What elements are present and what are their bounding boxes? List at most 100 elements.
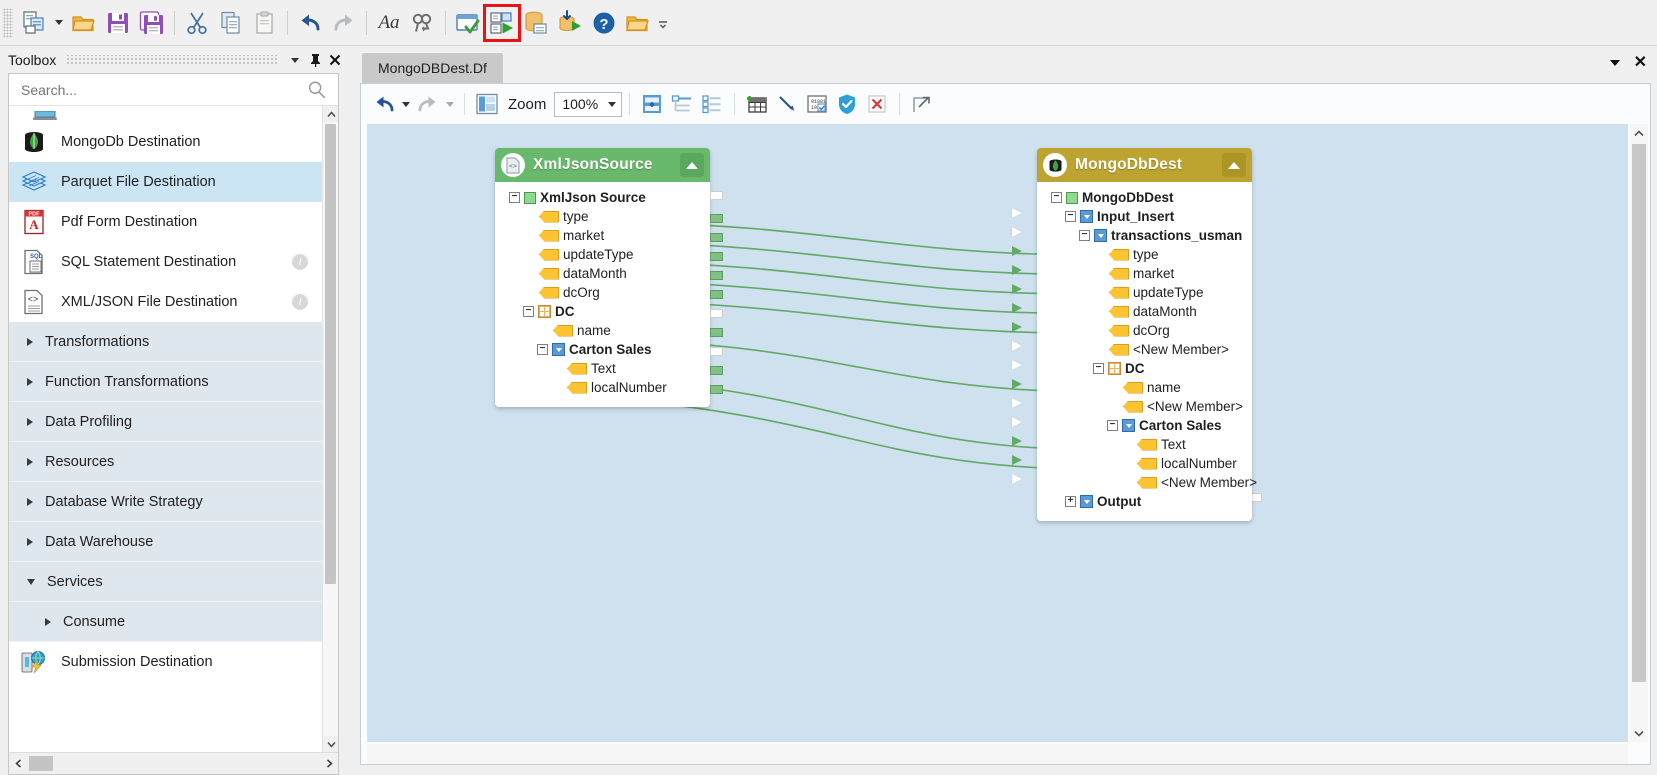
input-port[interactable]	[1012, 227, 1022, 237]
tree-layout-button[interactable]	[667, 89, 697, 119]
dataflow-undo-dropdown[interactable]	[399, 89, 413, 119]
undo-button[interactable]	[293, 6, 327, 40]
toolbox-item-partial-top[interactable]	[9, 106, 322, 122]
tree-row[interactable]: Text	[1043, 435, 1244, 454]
run-job-button[interactable]	[553, 6, 587, 40]
output-port[interactable]	[710, 233, 723, 242]
toolbar-overflow-button[interactable]	[655, 6, 671, 40]
node-mongodbdest[interactable]: MongoDbDest − MongoDbDest − Input_Insert…	[1037, 148, 1257, 521]
output-port[interactable]	[710, 252, 723, 261]
tree-row[interactable]: − transactions_usman	[1043, 226, 1244, 245]
output-port[interactable]	[710, 214, 723, 223]
toolbox-category-data-profiling[interactable]: Data Profiling	[9, 402, 322, 442]
help-button[interactable]: ?	[587, 6, 621, 40]
expander-minus-icon[interactable]: −	[1093, 363, 1104, 374]
tree-row[interactable]: − Carton Sales	[1043, 416, 1244, 435]
output-port[interactable]	[710, 328, 723, 337]
tab-close-button[interactable]: ✕	[1634, 55, 1647, 71]
new-item-dropdown[interactable]	[51, 6, 67, 40]
node-xmljsonsource[interactable]: <> XmlJsonSource − XmlJson Source type m…	[495, 148, 710, 407]
verify-button[interactable]	[451, 6, 485, 40]
input-port[interactable]	[1012, 246, 1022, 256]
data-preview-button[interactable]: 01001 10	[802, 89, 832, 119]
output-port[interactable]	[710, 191, 723, 200]
scroll-down-button[interactable]	[323, 736, 338, 752]
tree-row[interactable]: Text	[501, 359, 702, 378]
expander-minus-icon[interactable]: −	[1051, 192, 1062, 203]
validate-button[interactable]	[832, 89, 862, 119]
tree-row[interactable]: <New Member>	[1043, 397, 1244, 416]
save-all-button[interactable]	[135, 6, 169, 40]
run-dataflow-button[interactable]	[483, 3, 521, 42]
tree-row[interactable]: dataMonth	[1043, 302, 1244, 321]
toolbox-category-services[interactable]: Services	[9, 562, 322, 602]
input-port[interactable]	[1012, 455, 1022, 465]
toolbox-item-parquet-file-destination[interactable]: Parquet File Destination	[9, 162, 322, 202]
expander-minus-icon[interactable]: −	[1107, 420, 1118, 431]
search-input[interactable]	[19, 80, 306, 99]
tree-row[interactable]: <New Member>	[1043, 340, 1244, 359]
auto-layout-button[interactable]	[637, 89, 667, 119]
expander-minus-icon[interactable]: −	[1065, 211, 1076, 222]
input-port[interactable]	[1012, 474, 1022, 484]
output-port[interactable]	[710, 271, 723, 280]
input-port[interactable]	[1012, 303, 1022, 313]
scroll-thumb[interactable]	[29, 756, 53, 771]
input-port[interactable]	[1012, 436, 1022, 446]
tree-row[interactable]: updateType	[501, 245, 702, 264]
input-port[interactable]	[1012, 398, 1022, 408]
input-port[interactable]	[1012, 322, 1022, 332]
tree-row[interactable]: − Input_Insert	[1043, 207, 1244, 226]
input-port[interactable]	[1012, 417, 1022, 427]
toolbox-item-sql-statement-destination[interactable]: SQL SQL Statement Destination i	[9, 242, 322, 282]
toolbox-category-transformations[interactable]: Transformations	[9, 322, 322, 362]
toolbox-category-database-write-strategy[interactable]: Database Write Strategy	[9, 482, 322, 522]
input-port[interactable]	[1012, 208, 1022, 218]
toolbox-item-mongodb-destination[interactable]: MongoDb Destination	[9, 122, 322, 162]
zoom-preview-button[interactable]	[472, 89, 502, 119]
tree-row[interactable]: market	[501, 226, 702, 245]
toolbox-item-xml-json-file-destination[interactable]: <> XML/JSON File Destination i	[9, 282, 322, 322]
toolbox-pin-button[interactable]	[307, 51, 323, 69]
redo-button[interactable]	[327, 6, 361, 40]
scroll-thumb[interactable]	[325, 124, 336, 584]
tree-row[interactable]: − DC	[1043, 359, 1244, 378]
output-port[interactable]	[710, 385, 723, 394]
tree-row[interactable]: − Carton Sales	[501, 340, 702, 359]
input-port[interactable]	[1012, 284, 1022, 294]
info-icon[interactable]: i	[292, 254, 308, 270]
font-button[interactable]: Aa	[372, 6, 406, 40]
list-layout-button[interactable]	[697, 89, 727, 119]
output-port[interactable]	[710, 309, 723, 318]
tree-row[interactable]: dcOrg	[1043, 321, 1244, 340]
scroll-left-button[interactable]	[9, 754, 27, 774]
expander-minus-icon[interactable]: −	[509, 192, 520, 203]
canvas-horizontal-scrollbar[interactable]	[367, 744, 1628, 764]
node-header[interactable]: MongoDbDest	[1037, 148, 1252, 182]
toolbox-item-pdf-form-destination[interactable]: PDF A Pdf Form Destination	[9, 202, 322, 242]
search-icon[interactable]	[306, 79, 328, 101]
delete-button[interactable]	[862, 89, 892, 119]
input-port[interactable]	[1012, 360, 1022, 370]
collapse-up-triangle-icon[interactable]	[680, 153, 704, 177]
toolbox-horizontal-scrollbar[interactable]	[9, 752, 338, 774]
tree-row[interactable]: − MongoDbDest	[1043, 188, 1244, 207]
toolbox-category-resources[interactable]: Resources	[9, 442, 322, 482]
tree-row[interactable]: − XmlJson Source	[501, 188, 702, 207]
add-table-button[interactable]	[742, 89, 772, 119]
toolbox-close-button[interactable]	[327, 51, 343, 69]
info-icon[interactable]: i	[292, 294, 308, 310]
expander-minus-icon[interactable]: −	[537, 344, 548, 355]
find-replace-button[interactable]	[406, 6, 440, 40]
zoom-combo[interactable]: 100%	[554, 91, 623, 117]
tab-mongodbdest-df[interactable]: MongoDBDest.Df	[362, 53, 503, 83]
tree-row[interactable]: market	[1043, 264, 1244, 283]
canvas-vertical-scrollbar[interactable]	[1630, 124, 1648, 742]
data-profile-button[interactable]	[519, 6, 553, 40]
tree-row[interactable]: dcOrg	[501, 283, 702, 302]
toolbar-grip[interactable]	[3, 7, 13, 38]
scroll-up-button[interactable]	[323, 106, 338, 122]
toolbox-vertical-scrollbar[interactable]	[322, 106, 338, 752]
output-port[interactable]	[710, 290, 723, 299]
dataflow-canvas[interactable]: <> XmlJsonSource − XmlJson Source type m…	[367, 124, 1628, 742]
